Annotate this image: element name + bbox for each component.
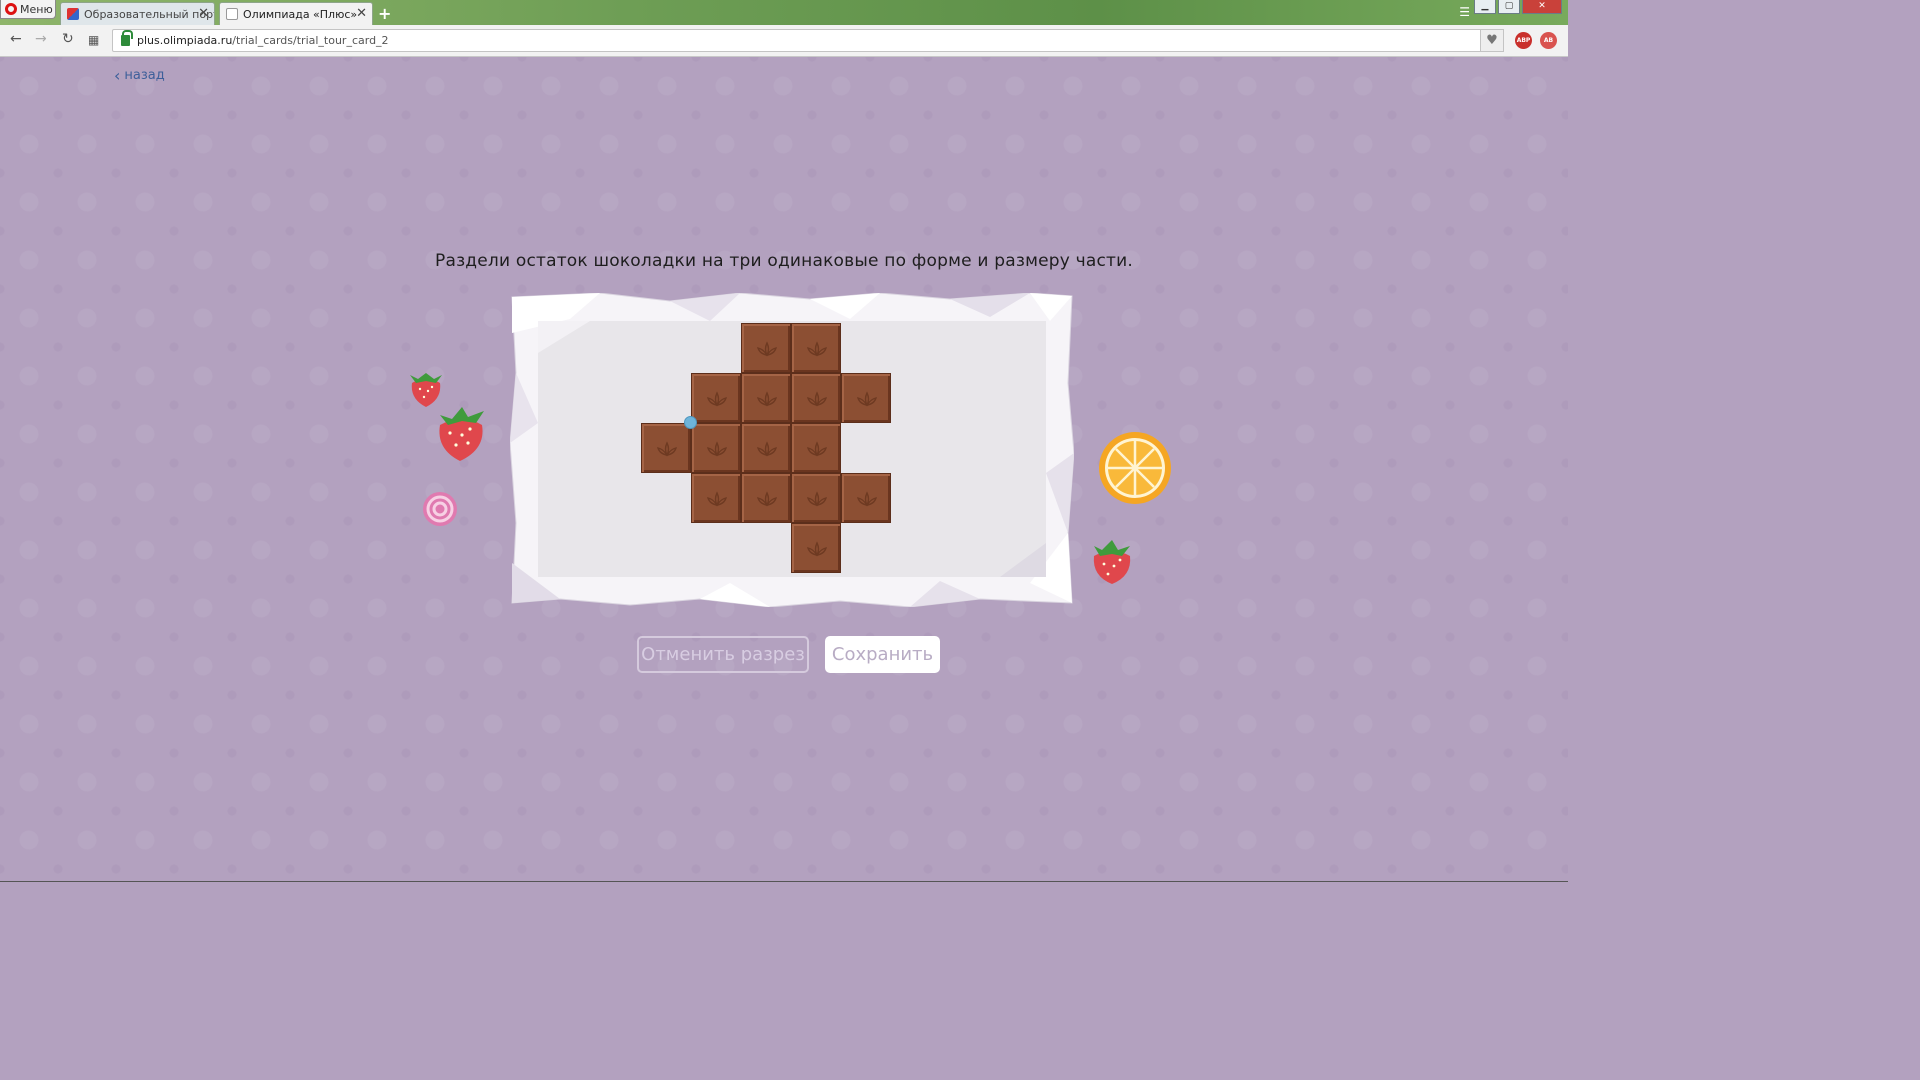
new-tab-button[interactable]: + (378, 4, 391, 23)
chocolate-piece[interactable] (791, 473, 841, 523)
strawberry-icon (1093, 540, 1131, 584)
cancel-cut-button[interactable]: Отменить разрез (637, 636, 809, 673)
back-link[interactable]: ‹ назад (114, 66, 165, 85)
back-chevron-icon: ‹ (114, 66, 121, 85)
save-button[interactable]: Сохранить (825, 636, 940, 673)
tab-favicon-icon (226, 8, 238, 20)
candy-icon (423, 492, 457, 526)
page-bottom-border (0, 881, 1568, 882)
leaf-emboss-icon (756, 341, 778, 357)
chocolate-piece[interactable] (791, 373, 841, 423)
maximize-icon[interactable]: ▢ (1498, 0, 1520, 14)
chocolate-piece[interactable] (841, 473, 891, 523)
page-content: ‹ назад Раздели остаток шоколадки на три… (0, 57, 1568, 882)
tab-education-portal[interactable]: Образовательный портал ✕ (60, 2, 215, 25)
tab-close-icon[interactable]: ✕ (356, 6, 367, 21)
leaf-emboss-icon (806, 391, 828, 407)
tab-close-icon[interactable]: ✕ (198, 6, 209, 21)
browser-titlebar: Меню Образовательный портал ✕ Олимпиада … (0, 0, 1568, 25)
opera-menu-button[interactable]: Меню (0, 0, 56, 19)
address-bar[interactable]: plus.olimpiada.ru/trial_cards/trial_tour… (112, 29, 1504, 52)
tab-favicon-icon (67, 8, 79, 20)
heart-icon[interactable]: ♥ (1480, 29, 1504, 52)
speed-dial-icon[interactable]: ▦ (88, 33, 99, 47)
tab-olimpiada-plus[interactable]: Олимпиада «Плюс» ✕ (219, 2, 373, 25)
chocolate-piece[interactable] (841, 373, 891, 423)
url-path: /trial_cards/trial_tour_card_2 (232, 34, 389, 47)
leaf-emboss-icon (706, 491, 728, 507)
menu-label: Меню (20, 2, 53, 16)
reload-icon[interactable]: ↻ (62, 31, 74, 47)
leaf-emboss-icon (756, 491, 778, 507)
leaf-emboss-icon (806, 441, 828, 457)
leaf-emboss-icon (806, 541, 828, 557)
leaf-emboss-icon (756, 441, 778, 457)
url-host: plus.olimpiada.ru (137, 34, 233, 47)
chocolate-piece[interactable] (741, 473, 791, 523)
window-close-icon[interactable]: ✕ (1522, 0, 1562, 14)
chocolate-piece[interactable] (691, 473, 741, 523)
tab-label: Образовательный портал (84, 7, 214, 21)
chocolate-piece[interactable] (641, 423, 691, 473)
window-controls: ▁ ▢ ✕ (1474, 0, 1562, 14)
back-label: назад (124, 68, 165, 83)
chocolate-piece[interactable] (691, 423, 741, 473)
chocolate-piece[interactable] (741, 373, 791, 423)
leaf-emboss-icon (856, 491, 878, 507)
leaf-emboss-icon (806, 491, 828, 507)
forward-arrow-icon[interactable]: → (35, 31, 47, 47)
strawberry-icon (410, 373, 442, 407)
strawberry-icon (439, 407, 484, 461)
leaf-emboss-icon (706, 441, 728, 457)
chocolate-piece[interactable] (791, 523, 841, 573)
cut-marker-dot[interactable] (684, 416, 697, 429)
opera-logo-icon (5, 3, 17, 15)
lock-icon (121, 30, 133, 46)
leaf-emboss-icon (806, 341, 828, 357)
back-arrow-icon[interactable]: ← (10, 31, 22, 47)
chocolate-piece[interactable] (741, 423, 791, 473)
adblock-icon[interactable]: AB (1540, 32, 1557, 49)
leaf-emboss-icon (856, 391, 878, 407)
tab-label: Олимпиада «Плюс» (243, 7, 358, 21)
chocolate-piece[interactable] (741, 323, 791, 373)
leaf-emboss-icon (656, 441, 678, 457)
chocolate-piece[interactable] (791, 423, 841, 473)
chocolate-piece[interactable] (691, 373, 741, 423)
task-text: Раздели остаток шоколадки на три одинако… (435, 251, 1133, 271)
orange-slice-icon (1099, 432, 1171, 504)
adblock-plus-icon[interactable]: ABP (1515, 32, 1532, 49)
leaf-emboss-icon (706, 391, 728, 407)
minimize-icon[interactable]: ▁ (1474, 0, 1496, 14)
leaf-emboss-icon (756, 391, 778, 407)
chocolate-piece[interactable] (791, 323, 841, 373)
browser-navbar: ← → ↻ ▦ plus.olimpiada.ru/trial_cards/tr… (0, 25, 1568, 57)
tab-menu-icon[interactable]: ☰ (1459, 5, 1470, 19)
